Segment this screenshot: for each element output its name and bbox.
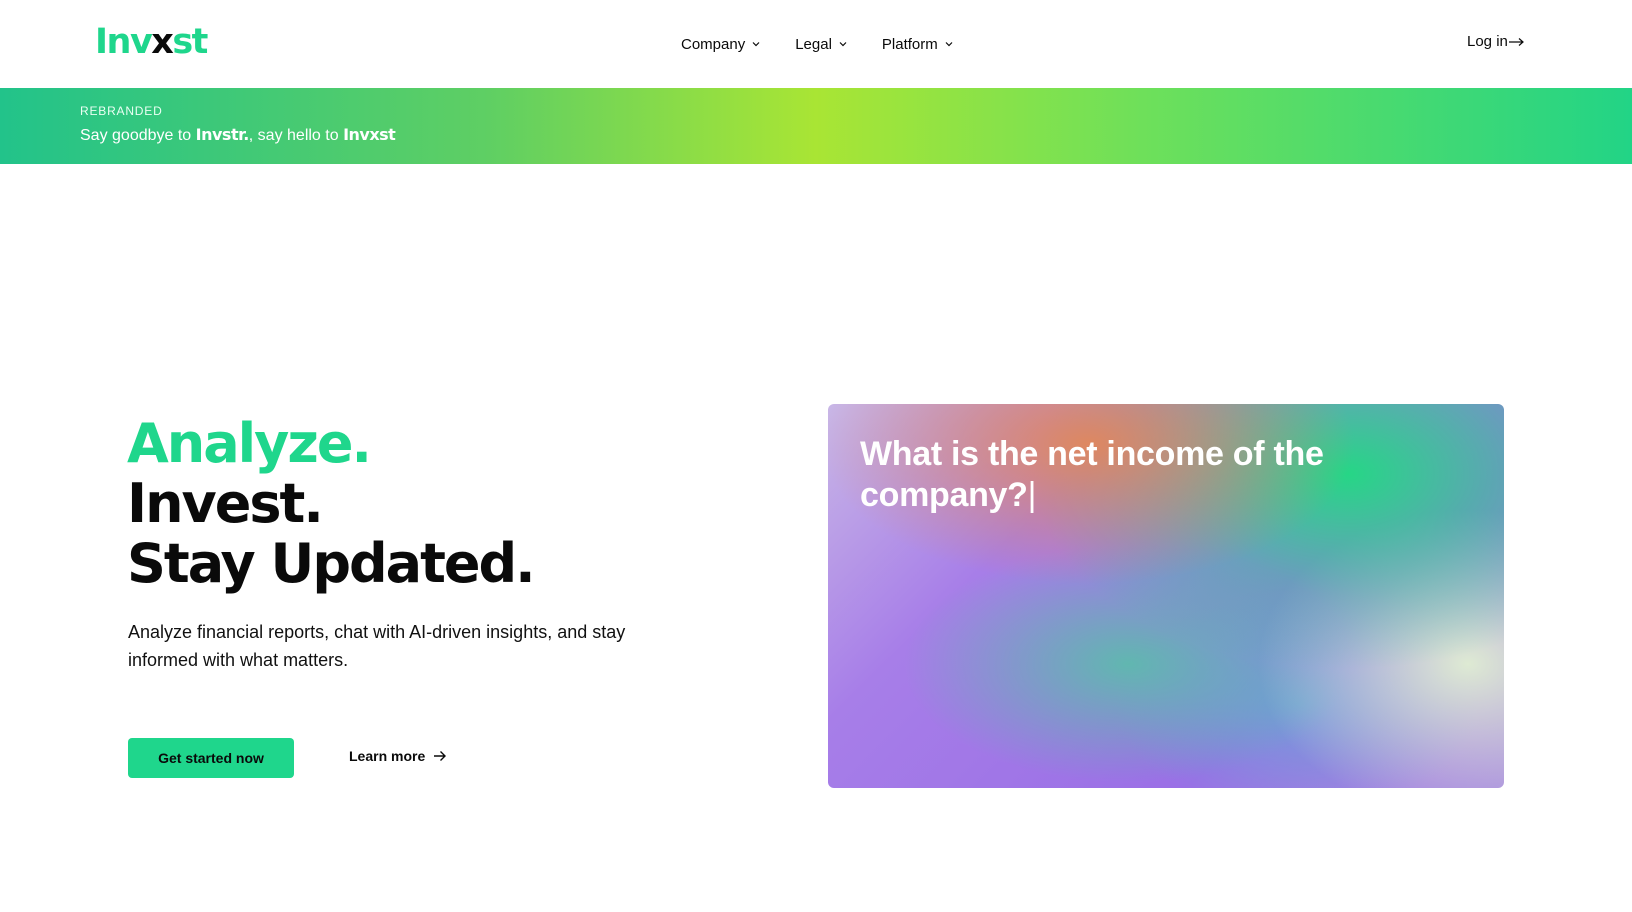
learn-more-link[interactable]: Learn more: [349, 748, 447, 764]
headline-line-analyze: Analyze.: [127, 412, 372, 475]
hero-subtext: Analyze financial reports, chat with AI-…: [128, 622, 626, 670]
logo-part-3: st: [172, 22, 208, 62]
chevron-down-icon: [945, 42, 953, 47]
old-brand-name: Invstr.: [195, 125, 250, 144]
main-nav: Company Legal Platform: [681, 33, 988, 55]
chevron-down-icon: [839, 42, 847, 47]
banner-message: Say goodbye to Invstr., say hello to Inv…: [80, 125, 396, 145]
learn-more-label: Learn more: [349, 748, 426, 764]
logo[interactable]: Invxst: [95, 22, 208, 62]
site-header: Invxst Company Legal Platform Log in: [0, 0, 1632, 88]
nav-item-label: Company: [681, 35, 746, 53]
ai-chat-preview-card: What is the net income of the company?|: [828, 404, 1504, 788]
nav-item-legal[interactable]: Legal: [795, 36, 848, 53]
arrow-right-icon: [434, 751, 447, 761]
arrow-right-icon: [1508, 37, 1524, 46]
nav-item-company[interactable]: Company: [681, 36, 761, 53]
headline-line-stay-updated: Stay Updated.: [127, 532, 536, 595]
question-text: What is the net income of the company?: [860, 435, 1324, 514]
nav-item-label: Legal: [795, 35, 832, 53]
new-brand-name: Invxst: [343, 125, 396, 144]
banner-text-middle: , say hello to: [248, 127, 344, 144]
banner-text-prefix: Say goodbye to: [80, 127, 196, 144]
nav-item-label: Platform: [881, 35, 938, 53]
login-label: Log in: [1467, 33, 1508, 50]
banner-tag: REBRANDED: [80, 104, 163, 118]
nav-item-platform[interactable]: Platform: [882, 36, 954, 53]
rebrand-banner: REBRANDED Say goodbye to Invstr., say he…: [0, 88, 1632, 164]
headline-line-invest: Invest.: [127, 472, 324, 535]
chevron-down-icon: [752, 42, 760, 47]
login-link[interactable]: Log in: [1467, 33, 1525, 50]
logo-part-2: x: [151, 22, 174, 62]
hero-headline: Analyze. Invest. Stay Updated.: [127, 412, 536, 595]
logo-part-1: Inv: [95, 22, 153, 62]
preview-question: What is the net income of the company?|: [860, 434, 1380, 516]
get-started-button[interactable]: Get started now: [128, 738, 294, 778]
text-caret: |: [1027, 476, 1037, 514]
